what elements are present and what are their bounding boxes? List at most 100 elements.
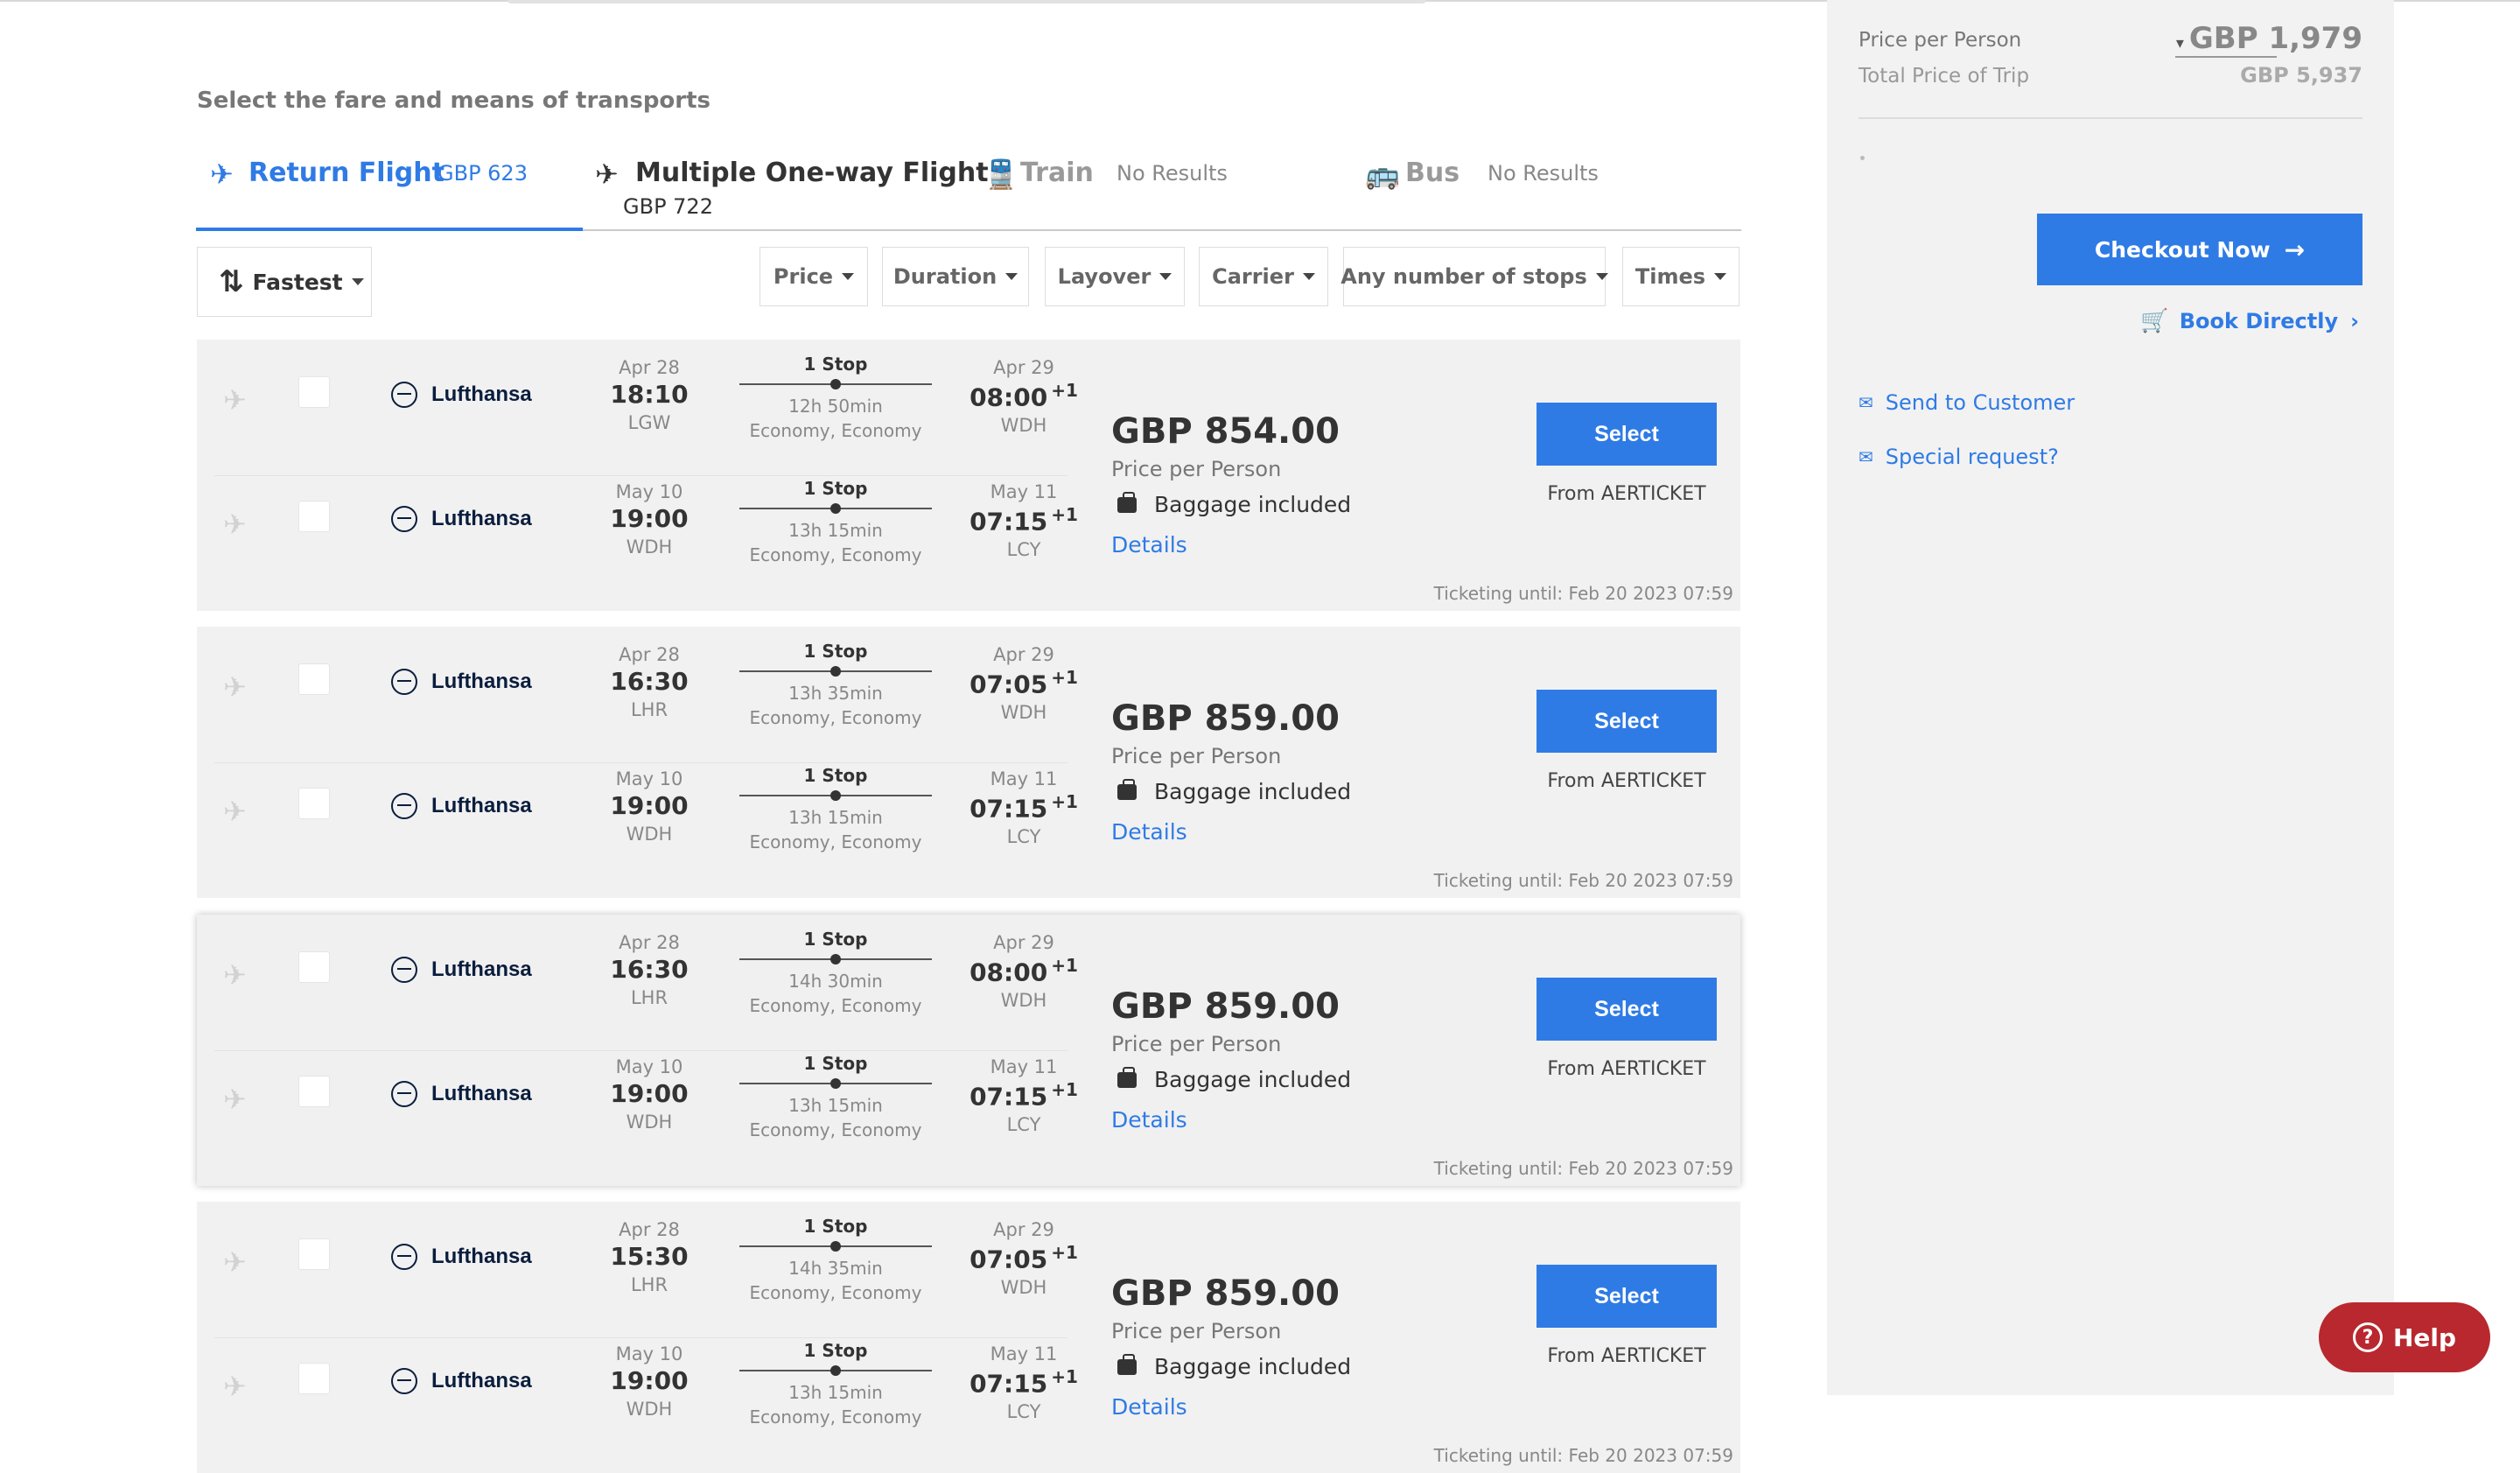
book-directly-link[interactable]: 🛒 Book Directly › bbox=[2140, 308, 2359, 334]
special-request-link[interactable]: ✉ Special request? bbox=[1858, 445, 2059, 469]
provider-label: From AERTICKET bbox=[1547, 770, 1706, 792]
filter-carrier[interactable]: Carrier bbox=[1199, 247, 1328, 306]
plane-icon: ✈ bbox=[223, 795, 247, 828]
departure: May 10 19:00 WDH bbox=[610, 1343, 689, 1420]
segment-checkbox[interactable] bbox=[298, 663, 330, 695]
transport-tabs: ✈ Return Flight GBP 623 ✈ Multiple One-w… bbox=[196, 149, 1741, 231]
caret-down-icon bbox=[1302, 273, 1315, 280]
price-per-person-label: Price per Person bbox=[1111, 744, 1282, 768]
segment-checkbox[interactable] bbox=[298, 951, 330, 983]
train-icon: 🚆 bbox=[984, 158, 1018, 191]
provider-label: From AERTICKET bbox=[1547, 1058, 1706, 1080]
caret-down-icon bbox=[1005, 273, 1018, 280]
caret-down-icon bbox=[842, 273, 855, 280]
price-per-person-label: Price per Person bbox=[1111, 1319, 1282, 1343]
cart-icon: 🛒 bbox=[2140, 308, 2169, 334]
airline-name: Lufthansa bbox=[391, 957, 532, 983]
plane-icon: ✈ bbox=[223, 508, 247, 541]
price-per-person-label: Price per Person bbox=[1858, 29, 2022, 52]
baggage-info: Baggage included bbox=[1117, 491, 1351, 517]
filter-layover[interactable]: Layover bbox=[1045, 247, 1185, 306]
arrival: May 11 07:15 +1 LCY bbox=[970, 481, 1078, 561]
airline-name: Lufthansa bbox=[391, 1368, 532, 1394]
flight-segment: ✈ Lufthansa May 10 19:00 WDH 1 Stop 13h 15min E… bbox=[197, 751, 1078, 875]
results-panel: Select the fare and means of transports … bbox=[0, 0, 1802, 1473]
caret-down-icon bbox=[351, 278, 364, 285]
plane-icon: ✈ bbox=[223, 670, 247, 704]
filter-stops[interactable]: Any number of stops bbox=[1340, 247, 1608, 306]
route-line bbox=[739, 379, 932, 389]
sort-icon: ⇅ bbox=[219, 264, 244, 299]
checkout-button[interactable]: Checkout Now → bbox=[2037, 214, 2362, 285]
tab-return-flight[interactable]: ✈ Return Flight GBP 623 bbox=[196, 149, 583, 231]
stop-info: 1 Stop 13h 15min Economy, Economy bbox=[739, 1053, 932, 1140]
select-button[interactable]: Select bbox=[1536, 403, 1717, 466]
total-price-value: GBP 5,937 bbox=[2240, 63, 2362, 88]
price-per-person-value[interactable]: ▾ GBP 1,979 bbox=[2176, 21, 2362, 56]
details-link[interactable]: Details bbox=[1111, 819, 1187, 845]
lufthansa-logo-icon bbox=[391, 1081, 417, 1107]
airline-name: Lufthansa bbox=[391, 1244, 532, 1270]
departure: May 10 19:00 WDH bbox=[610, 1056, 689, 1133]
help-button[interactable]: ? Help bbox=[2319, 1302, 2490, 1372]
filter-duration[interactable]: Duration bbox=[882, 247, 1029, 306]
flight-segment: ✈ Lufthansa May 10 19:00 WDH 1 Stop 13h 15min E… bbox=[197, 1326, 1078, 1450]
send-to-customer-link[interactable]: ✉ Send to Customer bbox=[1858, 390, 2075, 415]
arrival: May 11 07:15 +1 LCY bbox=[970, 768, 1078, 848]
select-button[interactable]: Select bbox=[1536, 690, 1717, 753]
segment-checkbox[interactable] bbox=[298, 1076, 330, 1107]
flight-segment: ✈ Lufthansa Apr 28 15:30 LHR 1 Stop 14h 35min E… bbox=[197, 1202, 1078, 1326]
price-underline bbox=[2175, 56, 2277, 58]
details-link[interactable]: Details bbox=[1111, 1107, 1187, 1133]
segment-checkbox[interactable] bbox=[298, 376, 330, 408]
segment-checkbox[interactable] bbox=[298, 1238, 330, 1270]
arrival: Apr 29 07:05 +1 WDH bbox=[970, 644, 1078, 724]
segment-divider bbox=[214, 762, 1068, 763]
sort-dropdown[interactable]: ⇅ Fastest bbox=[197, 247, 372, 317]
arrival: May 11 07:15 +1 LCY bbox=[970, 1056, 1078, 1136]
ticketing-deadline: Ticketing until: Feb 20 2023 07:59 bbox=[1433, 1158, 1733, 1179]
baggage-info: Baggage included bbox=[1117, 778, 1351, 804]
lufthansa-logo-icon bbox=[391, 669, 417, 695]
plane-icon: ✈ bbox=[223, 1370, 247, 1403]
dot bbox=[1860, 156, 1865, 160]
airline-name: Lufthansa bbox=[391, 506, 532, 532]
lufthansa-logo-icon bbox=[391, 382, 417, 408]
plane-icon: ✈ bbox=[223, 958, 247, 992]
details-link[interactable]: Details bbox=[1111, 1394, 1187, 1420]
lufthansa-logo-icon bbox=[391, 793, 417, 819]
details-link[interactable]: Details bbox=[1111, 532, 1187, 558]
flight-segment: ✈ Lufthansa Apr 28 16:30 LHR 1 Stop 14h 30min E… bbox=[197, 915, 1078, 1039]
caret-down-icon: ▾ bbox=[2175, 34, 2184, 53]
airline-name: Lufthansa bbox=[391, 793, 532, 819]
filter-price[interactable]: Price bbox=[760, 247, 868, 306]
provider-label: From AERTICKET bbox=[1547, 1345, 1706, 1367]
price: GBP 859.00 bbox=[1111, 986, 1340, 1027]
stop-info: 1 Stop 14h 30min Economy, Economy bbox=[739, 929, 932, 1016]
tab-multiple-one-way[interactable]: ✈ Multiple One-way Flight GBP 722 bbox=[595, 149, 989, 231]
segment-divider bbox=[214, 1050, 1068, 1051]
price: GBP 859.00 bbox=[1111, 698, 1340, 739]
segment-checkbox[interactable] bbox=[298, 788, 330, 819]
select-button[interactable]: Select bbox=[1536, 1265, 1717, 1328]
price-per-person-label: Price per Person bbox=[1111, 457, 1282, 481]
arrival: Apr 29 07:05 +1 WDH bbox=[970, 1219, 1078, 1299]
departure: Apr 28 15:30 LHR bbox=[610, 1219, 689, 1295]
plane-icon: ✈ bbox=[223, 1083, 247, 1116]
ticketing-deadline: Ticketing until: Feb 20 2023 07:59 bbox=[1433, 583, 1733, 604]
question-icon: ? bbox=[2352, 1322, 2383, 1352]
tab-train[interactable]: 🚆 Train No Results bbox=[984, 149, 1264, 231]
filter-times[interactable]: Times bbox=[1622, 247, 1740, 306]
plane-icon: ✈ bbox=[223, 1245, 247, 1279]
divider bbox=[1858, 117, 2362, 119]
plane-icon: ✈ bbox=[210, 158, 234, 191]
segment-checkbox[interactable] bbox=[298, 501, 330, 532]
segment-checkbox[interactable] bbox=[298, 1363, 330, 1394]
caret-down-icon bbox=[1595, 273, 1608, 280]
airline-name: Lufthansa bbox=[391, 382, 532, 408]
tab-bus[interactable]: 🚌 Bus No Results bbox=[1365, 149, 1645, 231]
chevron-right-icon: › bbox=[2350, 309, 2359, 333]
select-button[interactable]: Select bbox=[1536, 978, 1717, 1041]
lufthansa-logo-icon bbox=[391, 1368, 417, 1394]
flight-result-card: ✈ Lufthansa Apr 28 15:30 LHR 1 Stop 14h 35min E… bbox=[197, 1202, 1740, 1473]
